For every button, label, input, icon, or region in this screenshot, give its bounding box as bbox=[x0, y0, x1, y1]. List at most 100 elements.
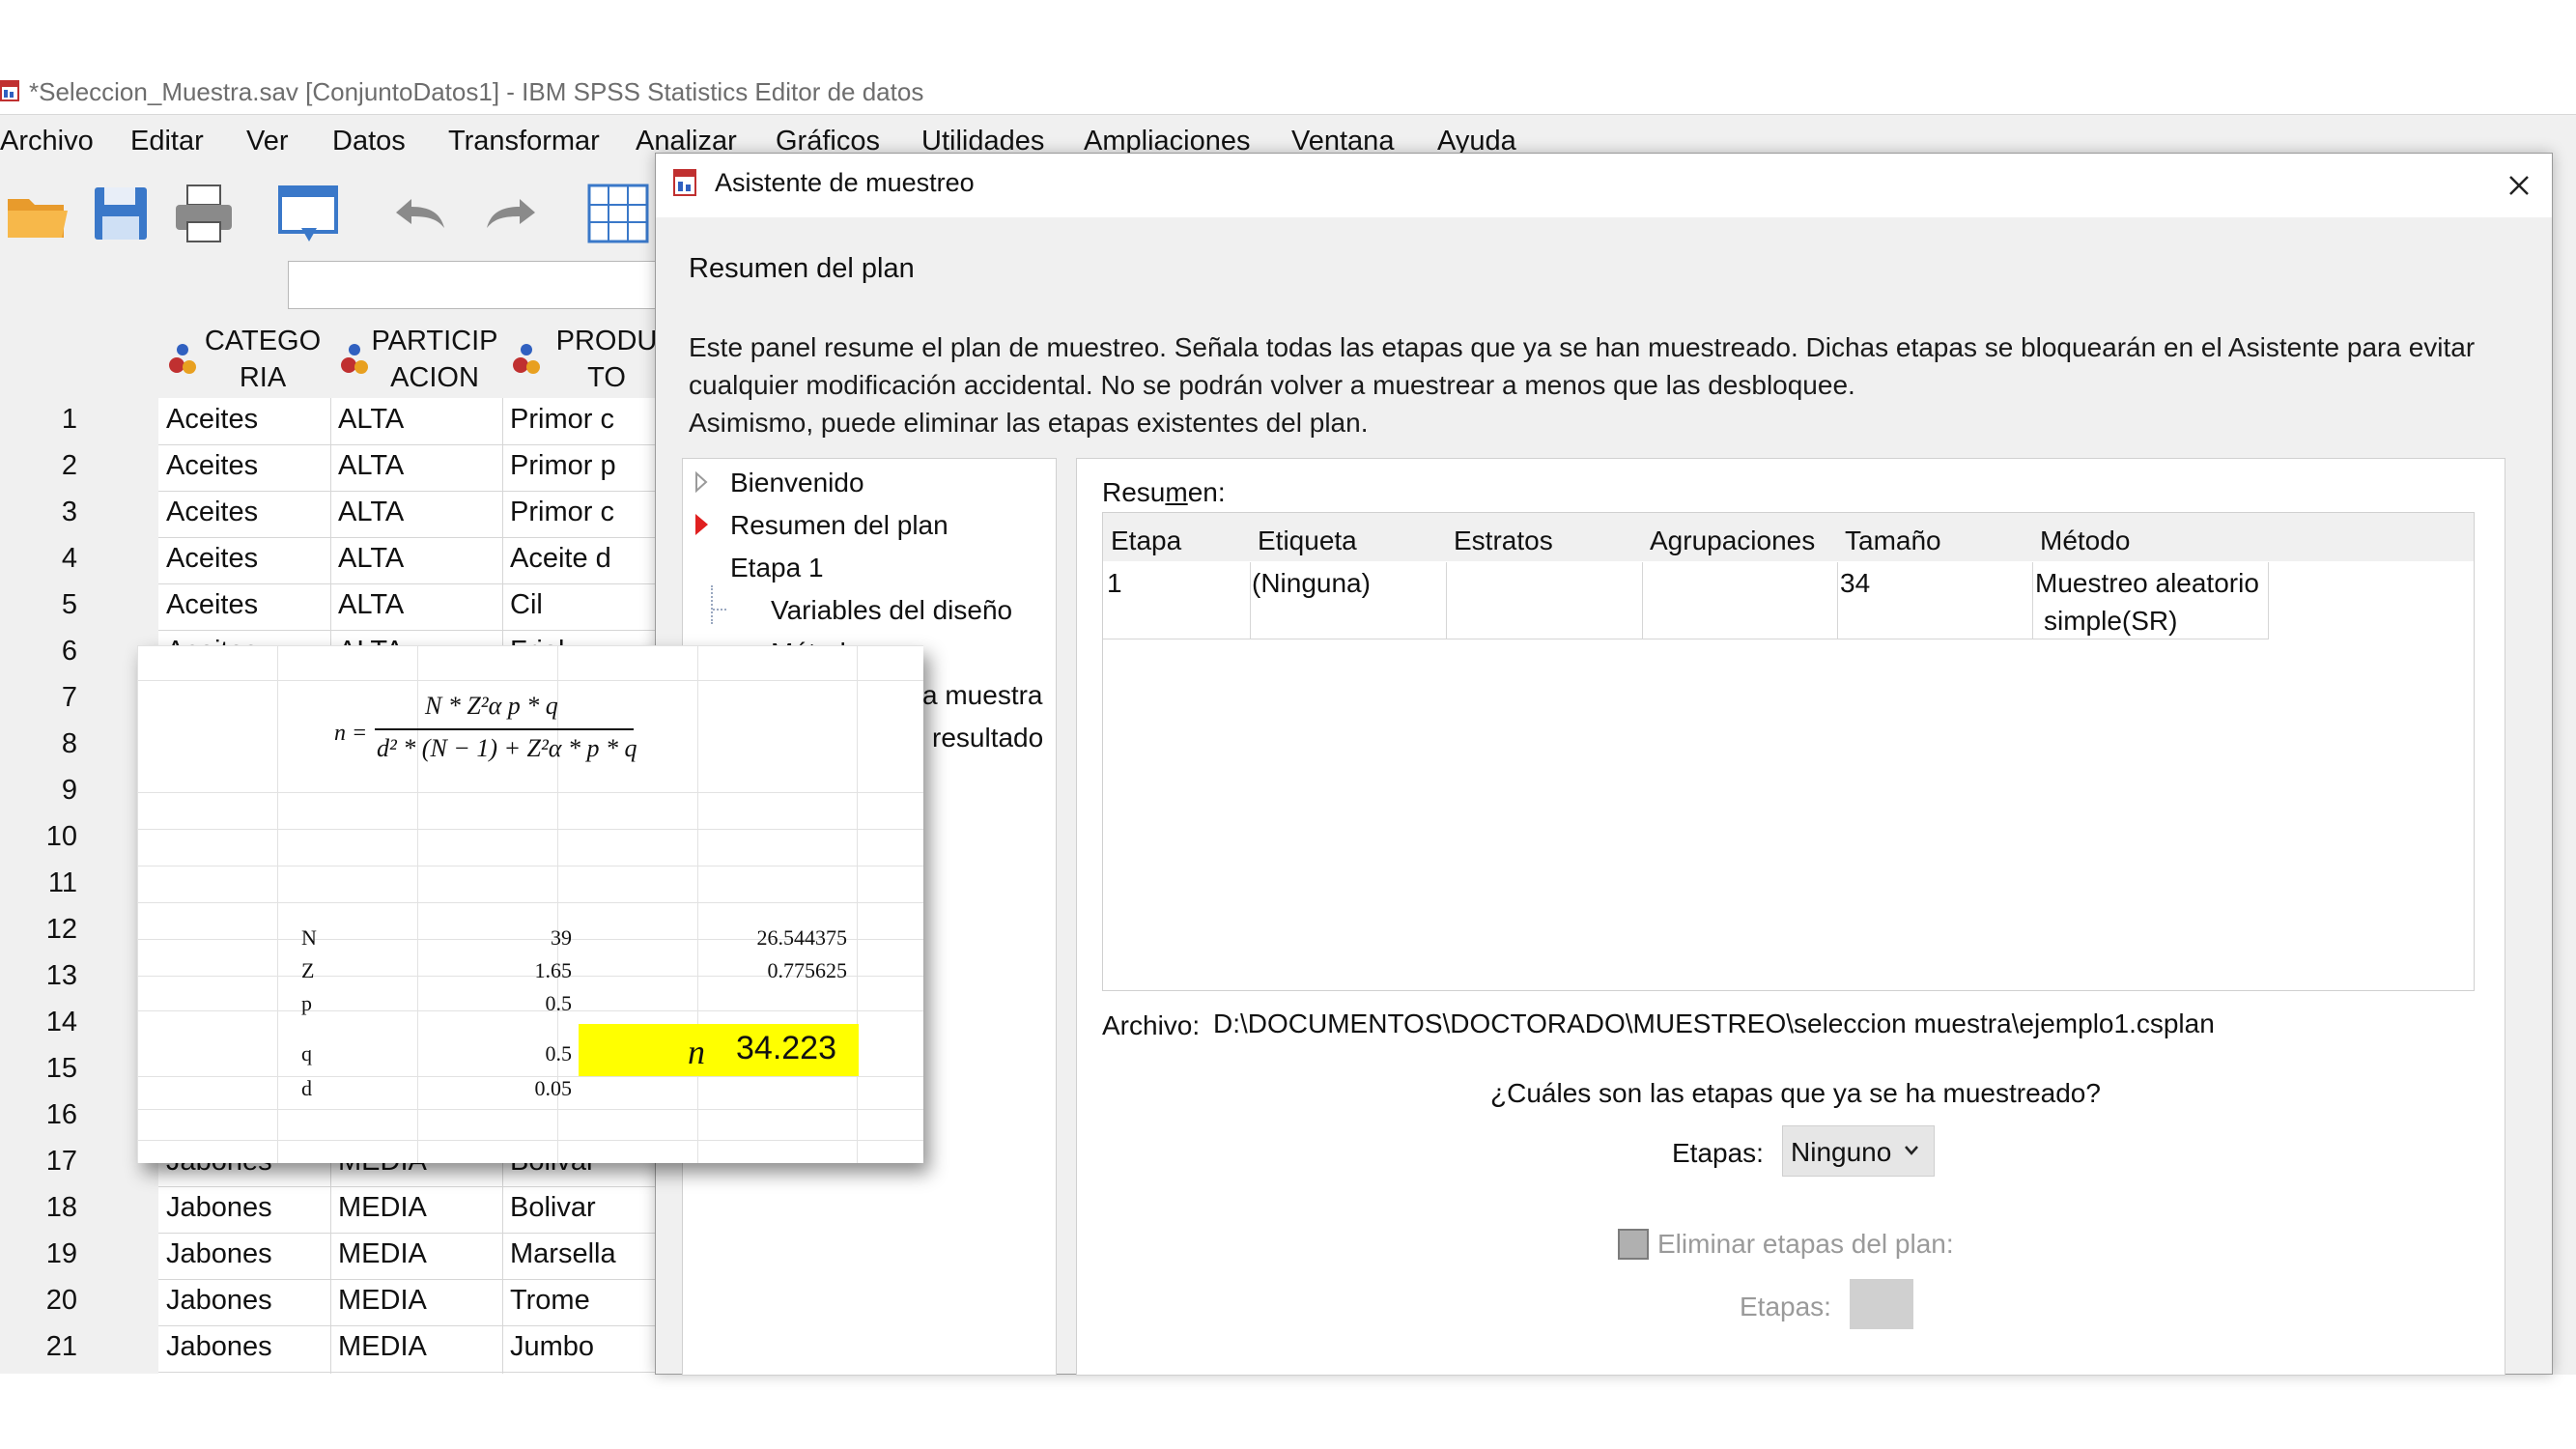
nav-variables-diseno[interactable]: Variables del diseño bbox=[771, 595, 1012, 626]
excel-column-line bbox=[137, 645, 138, 1163]
row-number[interactable]: 18 bbox=[0, 1192, 155, 1224]
grid-cell[interactable]: ALTA bbox=[332, 450, 502, 482]
row-number[interactable]: 7 bbox=[0, 682, 155, 714]
eliminar-etapas-stages-input[interactable] bbox=[1850, 1279, 1913, 1329]
grid-cell[interactable]: Jabones bbox=[160, 1192, 330, 1224]
row-number[interactable]: 8 bbox=[0, 728, 155, 760]
grid-row-line bbox=[158, 491, 657, 492]
grid-cell[interactable]: Aceite d bbox=[504, 543, 657, 575]
grid-cell[interactable]: Aceites bbox=[160, 450, 330, 482]
grid-cell[interactable]: Primor c bbox=[504, 497, 657, 528]
row-number[interactable]: 10 bbox=[0, 821, 155, 853]
menu-ver[interactable]: Ver bbox=[246, 126, 289, 157]
archivo-path: D:\DOCUMENTOS\DOCTORADO\MUESTREO\selecci… bbox=[1213, 1009, 2215, 1038]
grid-cell[interactable]: ALTA bbox=[332, 404, 502, 436]
row-number[interactable]: 9 bbox=[0, 775, 155, 807]
eliminar-etapas-label: Eliminar etapas del plan: bbox=[1657, 1229, 1954, 1259]
grid-cell[interactable]: Aceites bbox=[160, 589, 330, 621]
save-icon[interactable] bbox=[85, 178, 156, 249]
grid-cell[interactable]: Jabones bbox=[160, 1285, 330, 1317]
row-number[interactable]: 6 bbox=[0, 636, 155, 668]
grid-cell[interactable]: Trome bbox=[504, 1285, 657, 1317]
cell-tamano[interactable]: 34 bbox=[1840, 564, 1870, 602]
column-header-producto[interactable]: PRODU TO bbox=[504, 323, 674, 396]
grid-cell[interactable]: Jabones bbox=[160, 1238, 330, 1270]
nav-archivo-resultado[interactable]: resultado bbox=[932, 723, 1043, 753]
row-number[interactable]: 17 bbox=[0, 1146, 155, 1178]
close-icon[interactable] bbox=[2496, 162, 2542, 209]
row-number[interactable]: 20 bbox=[0, 1285, 155, 1317]
grid-cell[interactable]: Marsella bbox=[504, 1238, 657, 1270]
row-number[interactable]: 16 bbox=[0, 1099, 155, 1131]
menu-transformar[interactable]: Transformar bbox=[448, 126, 600, 157]
print-icon[interactable] bbox=[168, 178, 240, 249]
cell-metodo-line2[interactable]: simple(SR) bbox=[2044, 602, 2177, 639]
grid-cell[interactable]: MEDIA bbox=[332, 1285, 502, 1317]
header-metodo: Método bbox=[2040, 526, 2131, 555]
grid-cell[interactable]: ALTA bbox=[332, 589, 502, 621]
goto-case-icon[interactable] bbox=[583, 178, 655, 249]
nav-etapa-1[interactable]: Etapa 1 bbox=[730, 553, 824, 583]
grid-cell[interactable]: Primor c bbox=[504, 404, 657, 436]
grid-cell[interactable]: Jumbo bbox=[504, 1331, 657, 1363]
table-divider bbox=[1446, 562, 1447, 639]
table-divider bbox=[1250, 562, 1251, 639]
row-number[interactable]: 15 bbox=[0, 1053, 155, 1085]
cell-etapa[interactable]: 1 bbox=[1107, 564, 1122, 602]
row-number[interactable]: 12 bbox=[0, 914, 155, 946]
grid-row-line bbox=[158, 1279, 657, 1280]
grid-cell[interactable]: Aceites bbox=[160, 543, 330, 575]
param-label: Z bbox=[301, 958, 315, 982]
grid-cell[interactable]: Aceites bbox=[160, 404, 330, 436]
grid-cell[interactable]: Primor p bbox=[504, 450, 657, 482]
menu-archivo[interactable]: Archivo bbox=[0, 126, 94, 157]
row-number[interactable]: 4 bbox=[0, 543, 155, 575]
cell-etiqueta[interactable]: (Ninguna) bbox=[1252, 564, 1371, 602]
eliminar-etapas-checkbox[interactable] bbox=[1618, 1229, 1649, 1260]
row-number[interactable]: 3 bbox=[0, 497, 155, 528]
formula-denominator: d² * (N − 1) + Z²α * p * q bbox=[377, 734, 637, 762]
grid-cell[interactable]: MEDIA bbox=[332, 1192, 502, 1224]
param-label: p bbox=[301, 991, 312, 1015]
row-number[interactable]: 13 bbox=[0, 960, 155, 992]
row-number[interactable]: 1 bbox=[0, 404, 155, 436]
row-number[interactable]: 2 bbox=[0, 450, 155, 482]
menu-editar[interactable]: Editar bbox=[130, 126, 204, 157]
grid-cell[interactable]: Bolivar bbox=[504, 1192, 657, 1224]
grid-cell[interactable]: MEDIA bbox=[332, 1238, 502, 1270]
grid-cell[interactable]: ALTA bbox=[332, 497, 502, 528]
dialog-recall-icon[interactable] bbox=[272, 178, 344, 249]
description-line-2: cualquier modificación accidental. No se… bbox=[689, 370, 1855, 400]
row-number[interactable]: 11 bbox=[0, 867, 155, 899]
spss-app-icon bbox=[0, 80, 19, 101]
excel-row-line bbox=[137, 1140, 923, 1141]
open-folder-icon[interactable] bbox=[2, 178, 73, 249]
column-header-categoria[interactable]: CATEGO RIA bbox=[160, 323, 330, 396]
nav-tamano-muestra[interactable]: a muestra bbox=[922, 680, 1043, 711]
excel-row-line bbox=[137, 680, 923, 681]
column-header-participacion[interactable]: PARTICIP ACION bbox=[332, 323, 502, 396]
nav-resumen-plan[interactable]: Resumen del plan bbox=[730, 510, 948, 541]
row-number[interactable]: 19 bbox=[0, 1238, 155, 1270]
table-divider bbox=[2032, 562, 2033, 639]
vertical-scrollbar[interactable] bbox=[2550, 259, 2576, 1375]
grid-cell[interactable]: Aceites bbox=[160, 497, 330, 528]
grid-cell[interactable]: MEDIA bbox=[332, 1331, 502, 1363]
row-number[interactable]: 21 bbox=[0, 1331, 155, 1363]
row-number[interactable]: 14 bbox=[0, 1007, 155, 1038]
nominal-variable-icon bbox=[513, 344, 540, 374]
grid-cell[interactable]: Cil bbox=[504, 589, 657, 621]
nav-bienvenido[interactable]: Bienvenido bbox=[730, 468, 864, 498]
undo-icon[interactable] bbox=[382, 178, 454, 249]
cell-metodo-line1[interactable]: Muestreo aleatorio bbox=[2035, 564, 2259, 602]
menu-datos[interactable]: Datos bbox=[332, 126, 406, 157]
cell-value-input[interactable] bbox=[288, 261, 676, 309]
etapas-dropdown[interactable]: Ninguno bbox=[1782, 1125, 1935, 1177]
redo-icon[interactable] bbox=[477, 178, 549, 249]
grid-cell[interactable]: ALTA bbox=[332, 543, 502, 575]
sampled-stages-question: ¿Cuáles son las etapas que ya se ha mues… bbox=[1490, 1078, 2101, 1108]
header-etapa: Etapa bbox=[1111, 526, 1182, 555]
sample-size-formula: n = N * Z²α p * q d² * (N − 1) + Z²α * p… bbox=[321, 690, 746, 786]
row-number[interactable]: 5 bbox=[0, 589, 155, 621]
grid-cell[interactable]: Jabones bbox=[160, 1331, 330, 1363]
